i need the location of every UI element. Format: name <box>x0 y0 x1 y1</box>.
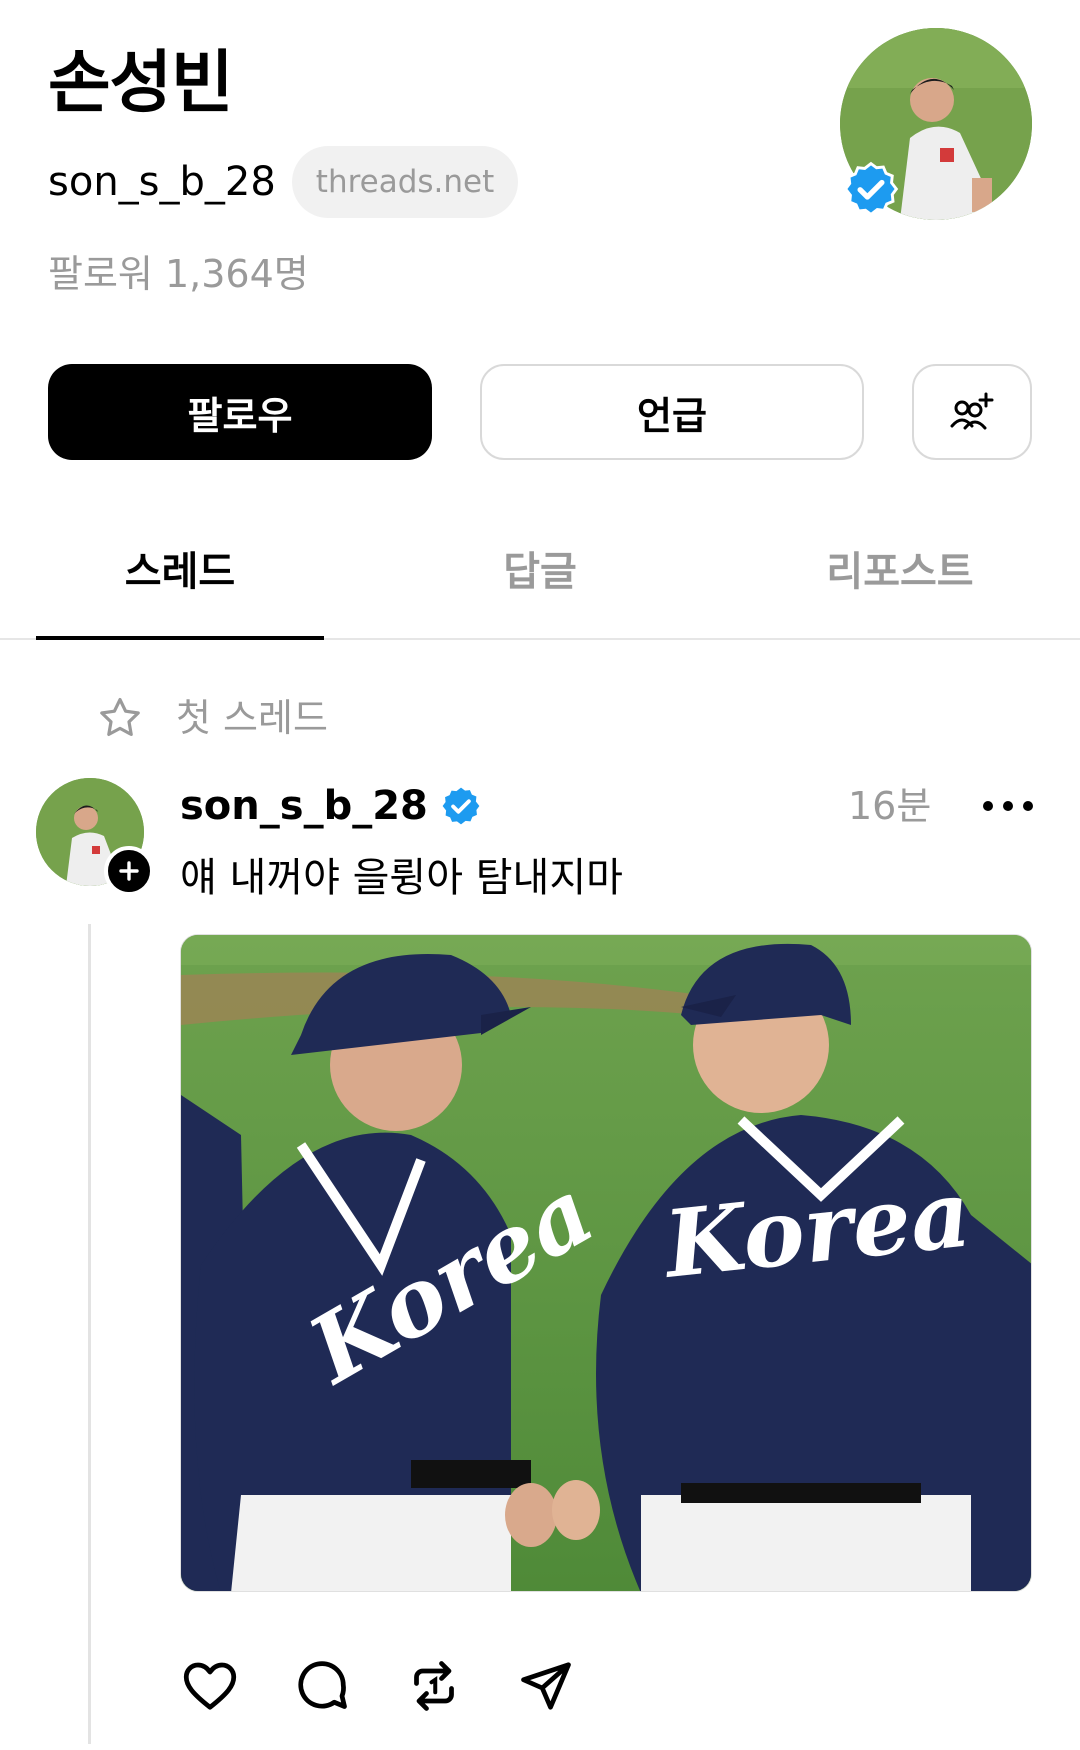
verified-badge-icon <box>843 161 899 217</box>
verified-badge-icon <box>442 787 480 825</box>
pinned-label-text: 첫 스레드 <box>176 696 328 740</box>
handle-row: son_s_b_28 threads.net <box>48 146 519 218</box>
share-icon[interactable] <box>516 1656 576 1716</box>
add-friend-icon <box>950 392 994 430</box>
followers-count[interactable]: 팔로워 1,364명 <box>48 246 309 302</box>
comment-icon[interactable] <box>292 1656 352 1716</box>
baseball-players-photo: Korea Korea <box>181 935 1031 1591</box>
tab-reposts[interactable]: 리포스트 <box>756 540 1044 604</box>
post-username[interactable]: son_s_b_28 <box>180 776 428 836</box>
repost-icon[interactable] <box>404 1656 464 1716</box>
tab-replies[interactable]: 답글 <box>396 540 684 604</box>
post-text: 얘 내꺼야 을륑아 탐내지마 <box>180 855 623 901</box>
threads-domain-badge[interactable]: threads.net <box>291 146 519 218</box>
plus-icon <box>119 861 139 881</box>
post-photo[interactable]: Korea Korea <box>180 934 1032 1592</box>
thread-connector-line <box>88 924 91 1744</box>
post-timestamp: 16분 <box>848 784 932 828</box>
heart-icon[interactable] <box>180 1656 240 1716</box>
follow-button[interactable]: 팔로우 <box>48 364 432 460</box>
profile-handle: son_s_b_28 <box>48 159 276 205</box>
post-actions <box>180 1656 576 1716</box>
tab-threads[interactable]: 스레드 <box>36 540 324 604</box>
add-friend-button[interactable] <box>912 364 1032 460</box>
star-icon <box>100 698 140 736</box>
profile-tabs: 스레드 답글 리포스트 <box>0 520 1080 640</box>
pinned-thread-label: 첫 스레드 <box>96 690 328 746</box>
threads-profile-page: 손성빈 son_s_b_28 threads.net 팔로워 1,364명 팔로… <box>0 0 1080 1750</box>
mention-button[interactable]: 언급 <box>480 364 864 460</box>
active-tab-indicator <box>36 636 324 640</box>
more-icon[interactable] <box>980 784 1036 828</box>
profile-display-name: 손성빈 <box>48 44 234 123</box>
follow-plus-badge[interactable] <box>104 846 154 896</box>
post-header: son_s_b_28 <box>180 776 482 836</box>
